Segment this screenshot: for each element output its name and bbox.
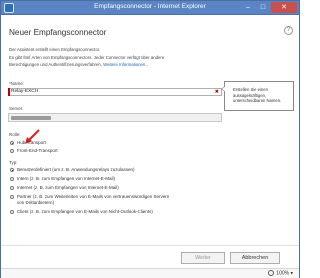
role-label: Rolle: [9,132,21,137]
radio-checked-icon [10,141,14,145]
error-icon: ✖ [214,89,219,95]
next-button[interactable]: Weiter [181,252,225,264]
type-option-label: Internet (z. B. zum Empfangen von Intern… [17,185,119,190]
zoom-control[interactable]: 100% ▾ [268,270,293,277]
name-label: *Name: [9,81,25,86]
intro-line-3-text: Berechtigungen und Authentifizierungsver… [9,61,104,67]
role-option-label: Front-End-Transport [17,148,58,153]
type-option-label: Client (z. B. zum Empfangen von E-Mails … [17,209,153,214]
title-bar: Empfangsconnector - Internet Explorer – … [1,1,299,15]
radio-unchecked-icon [10,177,14,181]
minimize-button[interactable]: – [241,2,255,13]
page-title: Neuer Empfangsconnector [9,28,107,37]
status-bar: 100% ▾ [1,268,299,278]
browser-window: Empfangsconnector - Internet Explorer – … [0,0,300,278]
type-option-label: Benutzerdefiniert (um z. B. Anwendungsre… [17,167,135,172]
type-label: Typ: [9,160,18,165]
tooltip-arrow-fill [222,86,226,92]
server-value-redacted [11,116,51,120]
maximize-button[interactable]: □ [256,2,270,13]
radio-unchecked-icon [10,195,14,199]
type-option-label: Intern (z. B. zum Empfangen von Internet… [17,176,116,181]
type-option-label-line2: von Drittanbietern) [17,200,55,205]
validation-tooltip: Erstellen Sie einen aussagekräftigen, un… [221,81,294,111]
server-input[interactable] [8,113,222,122]
footer-divider [1,245,299,246]
chevron-down-icon: ▾ [290,270,293,277]
intro-line-1: Der Assistent erstellt einen Empfangscon… [9,47,101,52]
zoom-level: 100% [276,270,290,277]
intro-text: Der Assistent erstellt einen Empfangscon… [9,47,239,68]
radio-checked-icon [10,168,14,172]
intro-line-3: Berechtigungen und Authentifizierungsver… [9,62,239,68]
role-option-label: Hub-Transport [17,140,46,145]
radio-unchecked-icon [10,210,14,214]
help-icon[interactable]: ? [284,26,293,35]
close-button[interactable]: ✕ [271,2,297,13]
zoom-icon [268,270,275,276]
more-info-link[interactable]: Weitere Informationen... [103,62,149,67]
radio-unchecked-icon [10,186,14,190]
name-input[interactable]: Relay-EXCH ✖ [8,88,222,96]
name-input-value: Relay-EXCH [11,89,39,94]
cancel-button[interactable]: Abbrechen [230,252,280,264]
radio-unchecked-icon [10,149,14,153]
server-label: Server: [9,106,24,111]
tooltip-text: Erstellen Sie einen aussagekräftigen, un… [233,87,282,104]
